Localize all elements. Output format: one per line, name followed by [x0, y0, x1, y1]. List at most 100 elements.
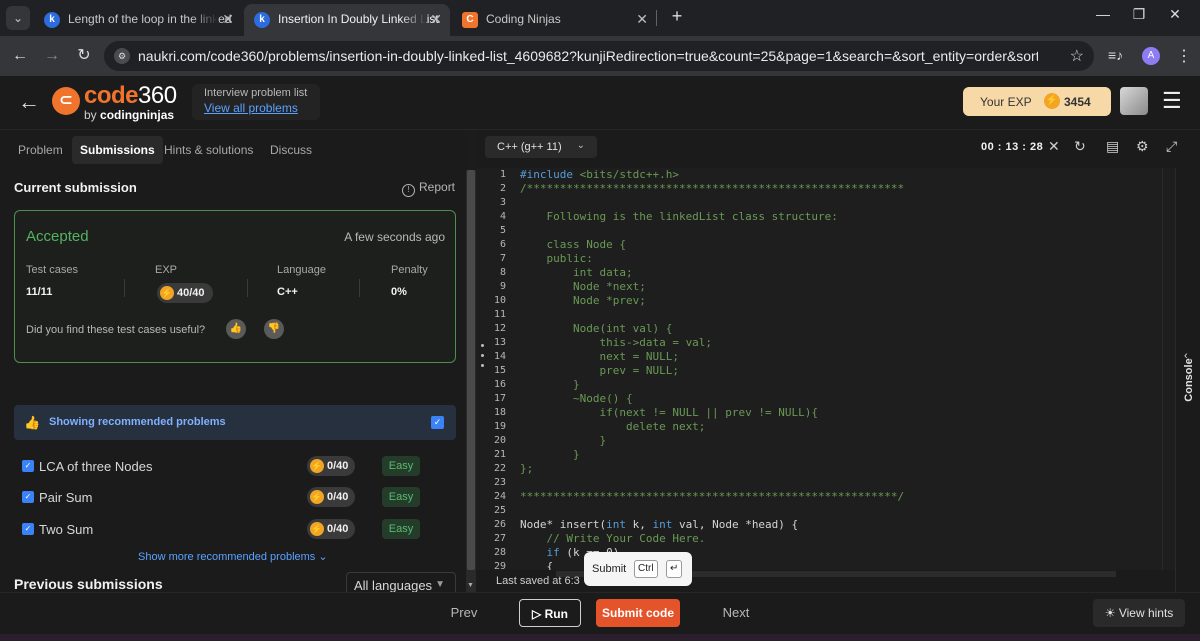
logo-word: code [84, 82, 139, 109]
run-button[interactable]: ▷ Run [519, 599, 581, 627]
exp-badge[interactable]: Your EXP ⚡ 3454 [963, 87, 1111, 116]
current-submission-heading: Current submission [14, 180, 137, 195]
penalty-value: 0% [391, 286, 407, 298]
site-info-icon[interactable]: ⚙ [114, 48, 130, 64]
minimize-window-icon[interactable]: — [1088, 6, 1118, 22]
recommended-toggle-bar[interactable]: 👍 Showing recommended problems ✓ [14, 405, 456, 440]
browser-menu-icon[interactable]: ⋮ [1176, 46, 1192, 66]
show-more-link[interactable]: Show more recommended problems ⌄ [138, 550, 328, 563]
settings-gear-icon[interactable]: ⚙ [1136, 138, 1149, 155]
report-button[interactable]: ! Report [402, 180, 455, 197]
new-tab-button[interactable]: + [666, 6, 688, 27]
language-label: Language [277, 264, 326, 276]
last-saved-text: Last saved at 6:3 [496, 575, 580, 587]
submit-code-button[interactable]: Submit code [596, 599, 680, 627]
media-control-icon[interactable]: ≡♪ [1108, 47, 1123, 63]
back-arrow-icon[interactable]: ← [18, 89, 40, 115]
lightning-coin-icon: ⚡ [1044, 93, 1060, 109]
difficulty-badge: Easy [382, 519, 420, 539]
caret-down-icon: ▼ [435, 579, 445, 590]
list-item[interactable]: ✓ Two Sum ⚡ 0/40 Easy [22, 518, 452, 544]
enter-key-icon: ↵ [666, 560, 683, 578]
ctrl-key: Ctrl [634, 560, 658, 578]
report-label: Report [419, 180, 456, 194]
tab-search-button[interactable]: ⌄ [6, 6, 30, 30]
timer: 00 : 13 : 28 [981, 141, 1044, 153]
info-icon: ! [402, 184, 415, 197]
fullscreen-icon[interactable]: ⤢ [1166, 138, 1177, 155]
language-select[interactable]: C++ (g++ 11) ⌄ [485, 136, 597, 158]
problem-tabs: Problem Submissions Hints & solutions Di… [0, 130, 466, 170]
layout-icon[interactable]: ▤ [1106, 138, 1119, 155]
tooltip-label: Submit [592, 563, 627, 575]
close-timer-icon[interactable]: ✕ [1048, 138, 1060, 155]
thumbs-down-icon[interactable]: 👎 [264, 319, 284, 339]
user-avatar[interactable] [1120, 87, 1148, 115]
tab-title: Coding Ninjas [486, 12, 561, 26]
exp-value: 3454 [1064, 95, 1091, 109]
profile-avatar[interactable]: A [1142, 47, 1160, 65]
os-taskbar [0, 634, 1200, 641]
list-item[interactable]: ✓ LCA of three Nodes ⚡ 0/40 Easy [22, 455, 452, 481]
left-scrollbar[interactable]: ▼ [466, 170, 476, 592]
address-bar[interactable]: ⚙ naukri.com/code360/problems/insertion-… [104, 41, 1094, 71]
bookmark-star-icon[interactable]: ☆ [1070, 46, 1084, 66]
url-text[interactable]: naukri.com/code360/problems/insertion-in… [138, 48, 1038, 64]
test-cases-label: Test cases [26, 264, 78, 276]
logo-number: 360 [138, 82, 177, 109]
chevron-down-icon: ⌄ [318, 551, 328, 563]
previous-submissions-heading: Previous submissions [14, 576, 163, 592]
language-value: C++ [277, 286, 298, 298]
next-button[interactable]: Next [708, 599, 764, 627]
thumbs-up-icon[interactable]: 👍 [226, 319, 246, 339]
logo-by: by [84, 108, 97, 122]
view-hints-button[interactable]: ☀ View hints [1093, 599, 1185, 627]
problem-name[interactable]: Pair Sum [39, 490, 92, 505]
tab-problem[interactable]: Problem [10, 136, 71, 164]
browser-toolbar: ← → ↻ ⚙ naukri.com/code360/problems/inse… [0, 36, 1200, 76]
code-editor[interactable]: 1 #include <bits/stdc++.h> 2/************… [476, 168, 1175, 570]
editor-scrollbar[interactable] [1162, 168, 1175, 570]
prev-button[interactable]: Prev [436, 599, 492, 627]
left-panel: Problem Submissions Hints & solutions Di… [0, 130, 466, 598]
tab-hints-solutions[interactable]: Hints & solutions [156, 136, 261, 164]
c360-favicon-icon: k [44, 12, 60, 28]
submission-time: A few seconds ago [344, 230, 445, 244]
c360-favicon-icon: k [254, 12, 270, 28]
close-window-icon[interactable]: ✕ [1160, 6, 1190, 23]
reload-icon[interactable]: ↻ [72, 44, 96, 68]
problem-icon: ✓ [22, 523, 34, 535]
test-cases-value: 11/11 [26, 286, 53, 298]
browser-tabstrip: ⌄ k Length of the loop in the linked ✕ k… [0, 0, 1200, 36]
site-header: ← ⊂ code360 by codingninjas Interview pr… [0, 76, 1200, 130]
problem-name[interactable]: Two Sum [39, 522, 93, 537]
hamburger-menu-icon[interactable]: ☰ [1162, 88, 1182, 114]
restore-window-icon[interactable]: ❐ [1124, 6, 1154, 23]
close-tab-icon[interactable]: ✕ [222, 4, 234, 34]
editor-status-bar: Last saved at 6:3 [476, 570, 1175, 592]
close-tab-icon[interactable]: ✕ [636, 4, 648, 34]
view-all-problems-link[interactable]: View all problems [204, 101, 308, 115]
problem-name[interactable]: LCA of three Nodes [39, 459, 152, 474]
close-tab-icon[interactable]: ✕ [430, 4, 442, 34]
reset-code-icon[interactable]: ↻ [1074, 138, 1086, 155]
tab-submissions[interactable]: Submissions [72, 136, 163, 164]
browser-tab-loop-length[interactable]: k Length of the loop in the linked ✕ [34, 4, 242, 36]
iplist-label: Interview problem list [204, 87, 308, 99]
exp-label: Your EXP [980, 95, 1032, 109]
penalty-label: Penalty [391, 264, 428, 276]
list-item[interactable]: ✓ Pair Sum ⚡ 0/40 Easy [22, 486, 452, 512]
code360-logo[interactable]: ⊂ code360 by codingninjas [52, 82, 178, 123]
thumbs-up-icon: 👍 [24, 415, 41, 430]
forward-icon[interactable]: → [40, 44, 64, 68]
problem-exp: ⚡ 0/40 [307, 487, 355, 507]
problem-exp: ⚡ 0/40 [307, 456, 355, 476]
submit-shortcut-tooltip: Submit Ctrl ↵ [584, 552, 692, 586]
logo-brand: codingninjas [100, 108, 175, 122]
browser-tab-coding-ninjas[interactable]: C Coding Ninjas ✕ [452, 4, 656, 36]
console-toggle[interactable]: ‹ Console [1175, 168, 1200, 592]
tab-discuss[interactable]: Discuss [262, 136, 320, 164]
recommended-checkbox[interactable]: ✓ [431, 416, 444, 429]
back-icon[interactable]: ← [8, 44, 32, 68]
browser-tab-insertion-dll[interactable]: k Insertion In Doubly Linked List ✕ [244, 4, 450, 36]
